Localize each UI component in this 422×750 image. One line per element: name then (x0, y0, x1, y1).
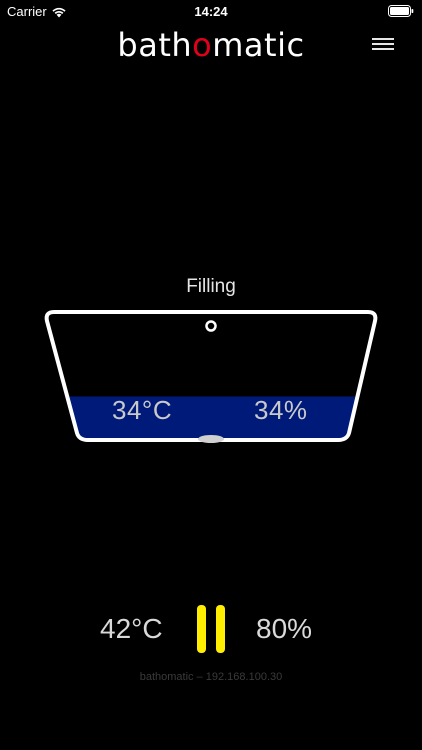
logo-text-accent: o (192, 26, 213, 64)
drain-icon (198, 435, 224, 443)
logo-text-suffix: matic (212, 26, 305, 64)
battery-icon (388, 5, 414, 17)
menu-line (372, 38, 394, 40)
hamburger-menu-icon[interactable] (372, 38, 394, 50)
bathtub-graphic (44, 310, 378, 443)
status-bar: Carrier 14:24 (0, 0, 422, 22)
target-temperature[interactable]: 42°C (100, 613, 163, 645)
pause-icon (197, 605, 206, 653)
menu-line (372, 48, 394, 50)
menu-line (372, 43, 394, 45)
faucet-icon (205, 320, 217, 332)
logo-text-prefix: bath (117, 26, 193, 64)
current-temperature: 34°C (112, 395, 173, 425)
app-logo: bathomatic (0, 26, 422, 64)
pause-button[interactable] (194, 605, 228, 653)
current-level: 34% (254, 395, 308, 425)
bath-state-label: Filling (186, 276, 236, 297)
device-info: bathomatic – 192.168.100.30 (139, 671, 283, 683)
target-level[interactable]: 80% (256, 613, 312, 645)
status-time: 14:24 (194, 4, 228, 19)
bathtub-visual: 34°C 34% (44, 309, 378, 445)
pause-icon (216, 605, 225, 653)
